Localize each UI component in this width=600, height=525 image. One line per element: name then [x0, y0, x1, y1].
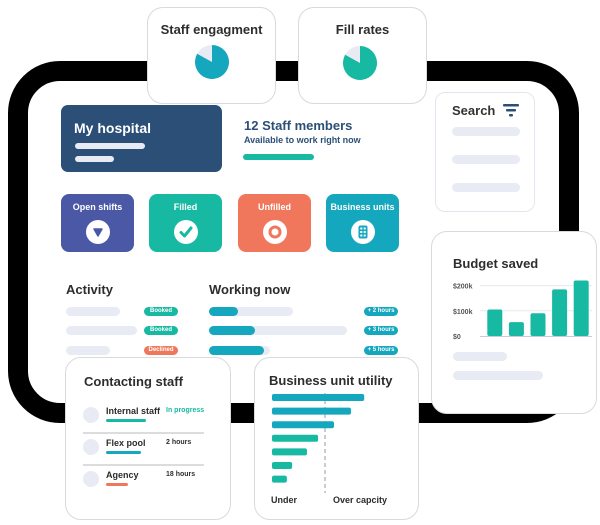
y-tick-label: $200k	[453, 284, 473, 291]
search-title: Search	[452, 103, 496, 118]
staff-available-title: 12 Staff members	[244, 118, 353, 133]
contacting-staff-title: Contacting staff	[84, 374, 183, 389]
y-tick-label: $100k	[453, 309, 473, 316]
tile-label: Business units	[330, 202, 395, 212]
utility-bar	[272, 407, 351, 415]
contact-name[interactable]: Internal staff	[106, 406, 160, 416]
budget-saved-card[interactable]: Budget saved $0 $100k $200k	[431, 231, 597, 414]
fill-rates-title: Fill rates	[335, 22, 390, 37]
staff-engagement-pie-icon	[195, 45, 229, 79]
avatar	[83, 471, 99, 487]
working-now-bar	[209, 346, 270, 355]
working-now-bar-fill	[209, 346, 264, 355]
tile-label: Open shifts	[72, 202, 123, 212]
budget-bar	[487, 309, 503, 336]
fill-rates-pie-icon	[343, 46, 377, 80]
search-result-placeholder[interactable]	[452, 183, 520, 192]
budget-chart: $0 $100k $200k	[453, 280, 592, 341]
contact-name[interactable]: Agency	[106, 470, 139, 480]
working-now-hours-badge: + 3 hours	[364, 326, 398, 335]
activity-row-placeholder[interactable]	[66, 346, 110, 355]
working-now-title: Working now	[209, 282, 291, 297]
utility-bar	[272, 421, 335, 429]
search-result-placeholder[interactable]	[452, 127, 520, 136]
tile-open-shifts[interactable]: Open shifts	[61, 194, 134, 252]
working-now-hours-badge: + 2 hours	[364, 307, 398, 316]
activity-row-placeholder[interactable]	[66, 326, 137, 335]
budget-bar	[552, 289, 568, 336]
working-now-bar-fill	[209, 326, 255, 335]
budget-bar	[530, 313, 546, 336]
my-hospital-title: My hospital	[74, 120, 152, 136]
building-icon	[350, 220, 375, 244]
budget-saved-title: Budget saved	[453, 256, 539, 271]
search-result-placeholder[interactable]	[452, 155, 520, 164]
contact-status: In progress	[166, 407, 205, 414]
tile-unfilled[interactable]: Unfilled	[238, 194, 311, 252]
contact-status: 2 hours	[166, 439, 192, 446]
business-unit-utility-card[interactable]: Business unit utility Under Over capcity	[254, 357, 419, 520]
working-now-bar-fill	[209, 307, 239, 316]
utility-chart	[272, 393, 365, 493]
contact-status: 18 hours	[166, 471, 196, 478]
contact-bar	[106, 451, 141, 454]
activity-title: Activity	[66, 282, 113, 297]
activity-row-placeholder[interactable]	[66, 307, 120, 316]
tile-label: Unfilled	[258, 202, 291, 212]
contact-name[interactable]: Flex pool	[106, 438, 146, 448]
activity-status-badge: Booked	[144, 307, 178, 316]
shield-down-icon	[85, 220, 110, 244]
check-icon	[173, 220, 198, 244]
business-unit-utility-title: Business unit utility	[269, 373, 393, 388]
contact-bar	[106, 419, 146, 422]
tile-filled[interactable]: Filled	[149, 194, 222, 252]
avatar	[83, 407, 99, 423]
tile-label: Filled	[173, 202, 198, 212]
activity-status-badge: Booked	[144, 326, 178, 335]
fill-rates-card[interactable]: Fill rates	[298, 7, 427, 104]
utility-bar	[272, 462, 293, 469]
staff-available-subtitle: Available to work right now	[244, 135, 361, 145]
working-now-hours-badge: + 5 hours	[364, 346, 398, 355]
contact-bar	[106, 483, 128, 486]
utility-bar	[272, 434, 319, 442]
divider	[83, 432, 204, 434]
y-tick-label: $0	[453, 334, 461, 341]
working-now-bar	[209, 326, 347, 335]
budget-placeholder	[453, 352, 507, 361]
placeholder-line	[75, 143, 145, 149]
divider	[83, 464, 204, 466]
budget-placeholder	[453, 371, 543, 380]
staff-engagement-card[interactable]: Staff engagment	[147, 7, 276, 104]
utility-bar	[272, 475, 287, 483]
tile-business-units[interactable]: Business units	[326, 194, 399, 252]
search-card[interactable]: Search	[435, 92, 535, 212]
staff-engagement-title: Staff engagment	[160, 22, 263, 37]
contacting-staff-card[interactable]: Contacting staff Internal staff In progr…	[65, 357, 231, 520]
utility-bar	[272, 394, 365, 401]
over-capacity-label: Over capcity	[333, 495, 388, 505]
avatar	[83, 439, 99, 455]
budget-bar	[508, 322, 524, 336]
placeholder-line	[75, 156, 114, 162]
activity-status-badge: Declined	[144, 346, 178, 355]
budget-bar	[573, 280, 589, 336]
target-icon	[262, 220, 287, 244]
working-now-bar	[209, 307, 293, 316]
utility-bar	[272, 448, 307, 456]
my-hospital-card[interactable]: My hospital	[61, 105, 222, 172]
filter-icon[interactable]	[503, 104, 519, 117]
under-label: Under	[271, 495, 298, 505]
staff-available-bar	[243, 154, 314, 160]
